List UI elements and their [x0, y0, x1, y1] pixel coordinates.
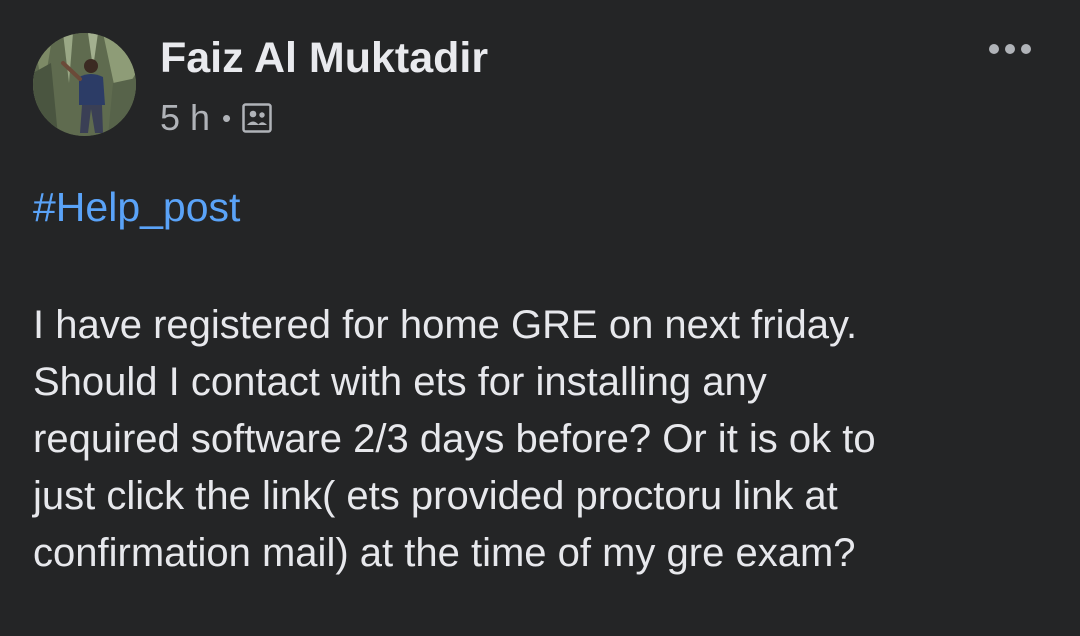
more-options-button[interactable] [985, 36, 1035, 66]
author-avatar[interactable] [33, 33, 136, 136]
avatar-photo [33, 33, 136, 136]
meta-separator: • [222, 103, 232, 133]
post-body-line: just click the link( ets provided procto… [33, 474, 838, 518]
hashtag-link[interactable]: #Help_post [33, 184, 240, 231]
post-body-line: confirmation mail) at the time of my gre… [33, 531, 856, 575]
post-card: Faiz Al Muktadir 5 h • #Help_post I have… [0, 0, 1080, 636]
post-timestamp[interactable]: 5 h [160, 97, 210, 139]
post-meta: 5 h • [160, 96, 273, 140]
more-options-icon [987, 42, 1033, 60]
author-name[interactable]: Faiz Al Muktadir [160, 34, 488, 83]
post-body-line: required software 2/3 days before? Or it… [33, 417, 876, 461]
group-audience-icon[interactable] [241, 102, 273, 134]
post-body-line: Should I contact with ets for installing… [33, 360, 767, 404]
post-body-line: I have registered for home GRE on next f… [33, 303, 858, 347]
post-body: I have registered for home GRE on next f… [33, 297, 1053, 582]
